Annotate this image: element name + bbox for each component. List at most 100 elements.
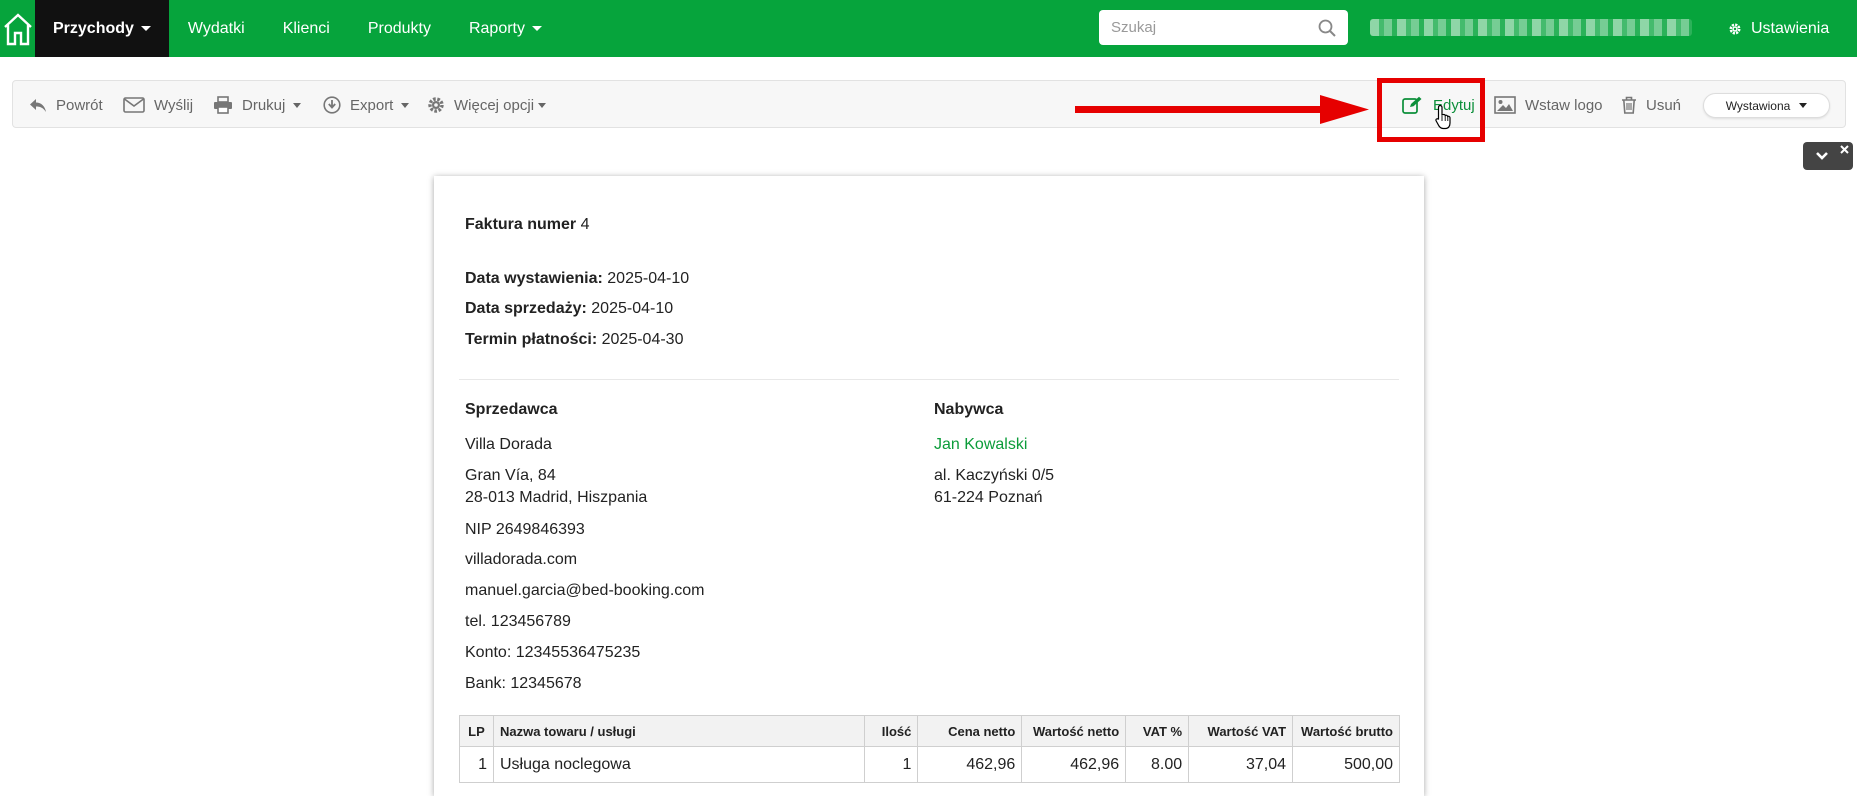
nav-item-label: Klienci — [282, 19, 330, 37]
home-icon — [3, 12, 32, 45]
nav-item-wydatki[interactable]: Wydatki — [169, 0, 264, 57]
cell-lp: 1 — [459, 746, 494, 783]
home-button[interactable] — [0, 0, 35, 57]
delete-label: Usuń — [1646, 96, 1682, 114]
cell-qty: 1 — [864, 746, 919, 783]
seller-phone: tel. 123456789 — [465, 613, 571, 630]
chevron-down-icon — [401, 102, 410, 108]
column-header: Ilość — [864, 715, 919, 747]
nav-item-label: Wydatki — [187, 19, 245, 37]
gear-icon — [428, 97, 444, 113]
nav-item-label: Raporty — [468, 19, 525, 37]
send-label: Wyślij — [154, 96, 194, 114]
due-date-row: Termin płatności: 2025-04-30 — [465, 331, 683, 349]
seller-city: 28-013 Madrid, Hiszpania — [465, 489, 648, 506]
table-row: 1 Usługa noclegowa 1 462,96 462,96 8.00 … — [459, 746, 1400, 783]
trash-icon — [1622, 96, 1636, 114]
status-dropdown[interactable]: Wystawiona — [1703, 93, 1830, 118]
chevron-down-icon — [532, 26, 542, 31]
settings-menu[interactable]: Ustawienia — [1728, 0, 1829, 57]
column-header: Cena netto — [917, 715, 1023, 747]
back-button[interactable]: Powrót — [29, 81, 103, 129]
column-header: Wartość netto — [1021, 715, 1127, 747]
user-account-blurred[interactable] — [1370, 19, 1692, 36]
column-header: LP — [459, 715, 494, 747]
export-dropdown[interactable]: Export — [323, 81, 410, 129]
invoice-document: Faktura numer 4 Data wystawienia: 2025-0… — [434, 176, 1424, 796]
collapse-panel-button[interactable] — [1803, 142, 1853, 170]
table-header-row: LP Nazwa towaru / usługi Ilość Cena nett… — [459, 715, 1400, 747]
divider — [459, 379, 1399, 380]
annotation-arrow — [1075, 95, 1369, 124]
chevron-down-icon — [1799, 103, 1808, 108]
invoice-title-label: Faktura numer — [465, 216, 577, 233]
due-date-value: 2025-04-30 — [601, 331, 684, 348]
export-label: Export — [350, 96, 394, 114]
chevron-down-icon — [538, 102, 547, 108]
buyer-name-link[interactable]: Jan Kowalski — [934, 436, 1027, 454]
cell-vat-rate: 8.00 — [1125, 746, 1190, 783]
seller-website: villadorada.com — [465, 551, 578, 568]
insert-logo-button[interactable]: Wstaw logo — [1494, 81, 1603, 129]
seller-bank: Bank: 12345678 — [465, 675, 582, 692]
chevron-down-icon — [1816, 152, 1828, 160]
insert-logo-label: Wstaw logo — [1525, 96, 1603, 114]
buyer-city: 61-224 Poznań — [934, 489, 1043, 506]
reply-arrow-icon — [30, 98, 46, 112]
issue-date-row: Data wystawienia: 2025-04-10 — [465, 270, 689, 288]
nav-item-klienci[interactable]: Klienci — [264, 0, 349, 57]
product-name-link[interactable]: Usługa noclegowa — [492, 746, 866, 783]
cell-gross-value: 500,00 — [1292, 746, 1400, 783]
column-header: VAT % — [1125, 715, 1190, 747]
due-date-label: Termin płatności: — [465, 331, 598, 348]
chevron-down-icon — [293, 102, 302, 108]
buyer-heading: Nabywca — [934, 401, 1004, 418]
more-options-dropdown[interactable]: Więcej opcji — [427, 81, 547, 129]
close-icon[interactable] — [1840, 145, 1849, 154]
gear-icon — [1729, 23, 1741, 34]
buyer-street: al. Kaczyński 0/5 — [934, 467, 1055, 484]
envelope-icon — [123, 97, 145, 113]
seller-email: manuel.garcia@bed-booking.com — [465, 582, 705, 599]
search-icon[interactable] — [1318, 19, 1336, 37]
seller-street: Gran Vía, 84 — [465, 467, 556, 484]
invoice-toolbar: Powrót Wyślij Drukuj Export Więcej opcji — [12, 80, 1846, 128]
sale-date-label: Data sprzedaży: — [465, 300, 587, 317]
invoice-title: Faktura numer 4 — [465, 216, 590, 234]
nav-item-label: Produkty — [367, 19, 431, 37]
column-header: Wartość VAT — [1188, 715, 1294, 747]
nav-item-produkty[interactable]: Produkty — [349, 0, 450, 57]
top-navbar: Przychody Wydatki Klienci Produkty Rapor… — [0, 0, 1857, 57]
seller-name: Villa Dorada — [465, 436, 552, 453]
delete-button[interactable]: Usuń — [1621, 81, 1681, 129]
column-header: Nazwa towaru / usługi — [492, 715, 866, 747]
print-dropdown[interactable]: Drukuj — [213, 81, 302, 129]
image-icon — [1494, 96, 1516, 114]
annotation-highlight-box — [1377, 78, 1485, 142]
search-input[interactable] — [1111, 19, 1318, 36]
cell-vat-value: 37,04 — [1188, 746, 1294, 783]
send-button[interactable]: Wyślij — [123, 81, 193, 129]
cell-net-price: 462,96 — [917, 746, 1023, 783]
more-options-label: Więcej opcji — [454, 96, 535, 114]
settings-label: Ustawienia — [1751, 19, 1830, 37]
search-box — [1099, 10, 1348, 45]
download-circle-icon — [323, 96, 341, 114]
seller-nip: NIP 2649846393 — [465, 521, 585, 538]
nav-item-raporty[interactable]: Raporty — [450, 0, 561, 57]
cell-net-value: 462,96 — [1021, 746, 1127, 783]
back-label: Powrót — [56, 96, 103, 114]
items-table: LP Nazwa towaru / usługi Ilość Cena nett… — [459, 715, 1400, 783]
print-label: Drukuj — [242, 96, 286, 114]
nav-item-przychody[interactable]: Przychody — [35, 0, 169, 57]
sale-date-row: Data sprzedaży: 2025-04-10 — [465, 300, 673, 318]
printer-icon — [214, 96, 232, 114]
sale-date-value: 2025-04-10 — [591, 300, 674, 317]
issue-date-label: Data wystawienia: — [465, 270, 603, 287]
chevron-down-icon — [140, 26, 151, 31]
seller-heading: Sprzedawca — [465, 401, 558, 418]
seller-account: Konto: 12345536475235 — [465, 644, 641, 661]
issue-date-value: 2025-04-10 — [607, 270, 690, 287]
invoice-number: 4 — [580, 216, 590, 233]
column-header: Wartość brutto — [1292, 715, 1400, 747]
